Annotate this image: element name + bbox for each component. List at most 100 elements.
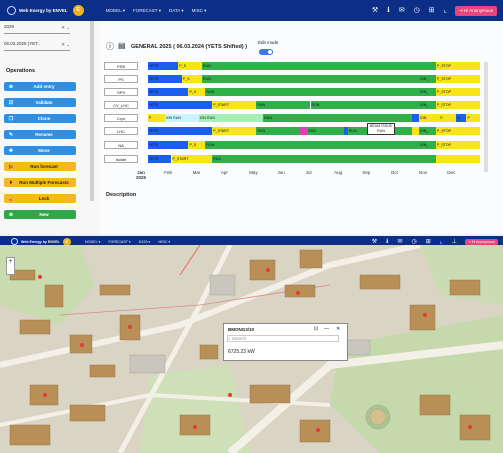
gantt-scrollbar[interactable]: [484, 62, 488, 172]
gantt-segment[interactable]: YETS: [147, 155, 172, 163]
clock-icon[interactable]: ◷: [411, 239, 416, 245]
gantt-segment[interactable]: RUN: [256, 127, 301, 135]
nav-item-model[interactable]: MODEL ▾: [106, 8, 125, 14]
validate-button[interactable]: ☑ Validate: [4, 98, 76, 107]
nav-item-model[interactable]: MODEL ▾: [85, 240, 100, 244]
rename-button[interactable]: ✎ Rename: [4, 130, 76, 139]
gantt-segment[interactable]: [141, 75, 148, 83]
gantt-row-track[interactable]: YETS P_S RUN ION_ P_STOP: [141, 75, 480, 83]
gantt-segment[interactable]: [412, 114, 419, 122]
gantt-segment[interactable]: [435, 155, 480, 163]
nav-item-misc[interactable]: MISC ▾: [192, 8, 207, 14]
move-button[interactable]: ✥ Move: [4, 146, 76, 155]
close-icon[interactable]: ✕: [336, 326, 340, 332]
sidebar-scrollbar[interactable]: [90, 21, 94, 201]
gantt-segment[interactable]: [141, 114, 148, 122]
gantt-segment[interactable]: RUN: [307, 127, 345, 135]
info-icon[interactable]: ℹ: [386, 239, 388, 245]
gantt-row-track[interactable]: YETS P_START RUN RUN RUN ION_ P_STOP: [141, 127, 480, 135]
gantt-segment[interactable]: RUN: [205, 88, 419, 96]
lock-button[interactable]: 🔒 Lock: [4, 194, 76, 203]
gantt-segment[interactable]: [300, 127, 308, 135]
gantt-segment[interactable]: YETS: [147, 75, 182, 83]
gantt-segment[interactable]: YETS: [147, 101, 213, 109]
tools-icon[interactable]: ⚒: [372, 7, 378, 14]
gantt-row-track[interactable]: P ION RUN ION RUN RUN ION P S P: [141, 114, 480, 122]
add-entry-button[interactable]: ⊕ Add entry: [4, 82, 76, 91]
gantt-segment[interactable]: [141, 141, 148, 149]
chart-icon[interactable]: ⌞: [444, 7, 447, 14]
gantt-row-track[interactable]: YETS P_S RUN ION_ P_STOP: [141, 88, 480, 96]
gantt-segment[interactable]: ION_: [418, 75, 436, 83]
gantt-segment[interactable]: P: [147, 114, 165, 122]
gantt-segment[interactable]: ION_: [418, 101, 436, 109]
gantt-segment[interactable]: RUN: [310, 101, 419, 109]
gantt-row-track[interactable]: YETS P_S RUN P_STOP: [141, 62, 480, 70]
gantt-segment[interactable]: [141, 101, 148, 109]
gantt-segment[interactable]: P_START: [212, 101, 257, 109]
grid-icon[interactable]: ⊞: [426, 239, 431, 245]
gantt-segment[interactable]: ION RUN: [198, 114, 264, 122]
info-icon[interactable]: ℹ: [387, 7, 390, 14]
expand-icon[interactable]: ⊡: [314, 326, 318, 332]
gantt-segment[interactable]: YETS: [147, 127, 213, 135]
user-button[interactable]: ⇥ Hi Anonymous: [454, 5, 497, 16]
gantt-segment[interactable]: P_S: [178, 62, 202, 70]
gantt-segment[interactable]: S: [456, 114, 467, 122]
gantt-segment[interactable]: [412, 127, 419, 135]
gantt-segment[interactable]: ION_: [418, 127, 436, 135]
gantt-segment[interactable]: RUN: [205, 141, 419, 149]
gantt-segment[interactable]: P_STOP: [435, 127, 480, 135]
nav-item-forecast[interactable]: FORECAST ▾: [108, 240, 130, 244]
gantt-segment[interactable]: [141, 88, 148, 96]
gantt-segment[interactable]: P_START: [171, 155, 213, 163]
gantt-row-track[interactable]: YETS P_START RUN: [141, 155, 480, 163]
gantt-segment[interactable]: RUN: [263, 114, 413, 122]
nav-item-forecast[interactable]: FORECAST ▾: [133, 8, 161, 14]
info-icon[interactable]: ⓘ: [106, 41, 114, 52]
gantt-segment[interactable]: P_STOP: [435, 62, 480, 70]
gantt-row-track[interactable]: YETS P_START RUN RUN ION_ P_STOP: [141, 101, 480, 109]
date-select[interactable]: 06.03.2025 (YET.. ✕ ⌄: [4, 41, 70, 51]
gantt-segment[interactable]: [141, 62, 148, 70]
gantt-segment[interactable]: P_S: [188, 141, 206, 149]
gantt-segment[interactable]: P_S: [181, 75, 202, 83]
zoom-in-button[interactable]: +: [7, 258, 14, 266]
gantt-segment[interactable]: RUN: [212, 155, 436, 163]
gantt-segment[interactable]: YETS: [147, 62, 179, 70]
gantt-segment[interactable]: RUN: [202, 75, 419, 83]
zoom-control[interactable]: +: [6, 257, 15, 275]
gantt-segment[interactable]: RUN: [256, 101, 311, 109]
app-logo[interactable]: Web Energy by ENVEL E: [7, 5, 84, 16]
nav-item-misc[interactable]: MISC ▾: [158, 240, 170, 244]
clone-button[interactable]: ❐ Clone: [4, 114, 76, 123]
gantt-segment[interactable]: [141, 127, 148, 135]
gantt-segment[interactable]: YETS: [147, 88, 189, 96]
grid-icon[interactable]: ⊞: [429, 7, 435, 14]
gantt-segment[interactable]: P: [466, 114, 480, 122]
edit-mode-toggle[interactable]: [259, 49, 273, 55]
gantt-segment[interactable]: P_START: [212, 127, 257, 135]
run-forecast-button[interactable]: ▷ Run forecast: [4, 162, 76, 171]
gantt-segment[interactable]: ION RUN: [164, 114, 199, 122]
gantt-segment[interactable]: YETS: [147, 141, 189, 149]
nav-item-data[interactable]: DATA ▾: [169, 8, 184, 14]
new-button[interactable]: ⊕ New: [4, 210, 76, 219]
gantt-segment[interactable]: P: [439, 114, 457, 122]
gantt-segment[interactable]: ION_: [418, 88, 436, 96]
popup-search[interactable]: ⌕ Search: [227, 335, 339, 342]
minimize-icon[interactable]: —: [324, 326, 329, 332]
gantt-segment[interactable]: P_STOP: [435, 88, 480, 96]
gantt-segment[interactable]: P_STOP: [435, 141, 480, 149]
tools-icon[interactable]: ⚒: [372, 239, 377, 245]
mail-icon[interactable]: ✉: [397, 239, 402, 245]
tree-icon[interactable]: ⊥: [452, 239, 457, 245]
nav-item-data[interactable]: DATA ▾: [139, 240, 151, 244]
gantt-segment[interactable]: P_STOP: [435, 75, 480, 83]
user-button[interactable]: ⇥ Hi Anonymous: [464, 238, 498, 245]
gantt-segment[interactable]: P_STOP: [435, 101, 480, 109]
chart-icon[interactable]: ⌞: [440, 239, 443, 245]
gantt-segment[interactable]: RUN: [202, 62, 436, 70]
gantt-segment[interactable]: P_S: [188, 88, 206, 96]
gantt-segment[interactable]: ION_: [418, 141, 436, 149]
